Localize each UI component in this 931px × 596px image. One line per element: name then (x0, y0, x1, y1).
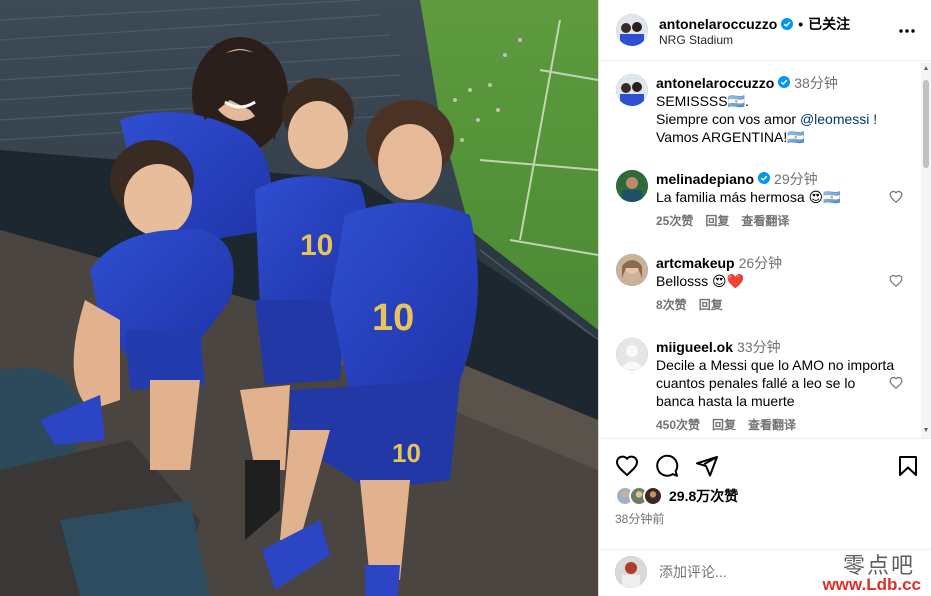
caption-username[interactable]: antonelaroccuzzo (656, 75, 774, 91)
caption-author-avatar[interactable] (616, 74, 648, 106)
comment-username[interactable]: miigueel.ok (656, 339, 733, 355)
comment-avatar-image (616, 254, 648, 286)
comment-username[interactable]: melinadepiano (656, 171, 754, 187)
default-avatar-icon (616, 338, 648, 370)
family-stadium-photo: 10 10 10 (0, 0, 598, 596)
scroll-down-arrow-icon[interactable]: ▼ (922, 426, 930, 436)
author-avatar-image (616, 14, 648, 46)
comment-time[interactable]: 29分钟 (774, 171, 818, 187)
reply-button[interactable]: 回复 (705, 212, 729, 230)
share-icon[interactable] (695, 454, 719, 478)
caption-line-2-prefix: Siempre con vos amor (656, 111, 800, 127)
liker-avatar (643, 486, 663, 506)
comment-text: La familia más hermosa 😍🇦🇷 (656, 189, 841, 205)
caption-line-2-suffix: ! (869, 111, 878, 127)
add-comment-input[interactable] (659, 560, 839, 584)
comment-avatar[interactable] (616, 170, 648, 202)
comment-body: artcmakeup 26分钟 Bellosss 😍❤️ 8次赞 回复 (656, 254, 896, 314)
follow-status-button[interactable]: 已关注 (808, 14, 850, 34)
current-user-avatar (615, 556, 647, 588)
comment-meta: 25次赞 回复 查看翻译 (656, 212, 896, 230)
likes-count[interactable]: 29.8万次赞 (669, 486, 738, 506)
header-username-row: antonelaroccuzzo • 已关注 (659, 14, 850, 34)
comment-icon[interactable] (655, 454, 679, 478)
caption-body: antonelaroccuzzo 38分钟 SEMISSSS🇦🇷. Siempre… (656, 74, 896, 146)
more-options-icon[interactable] (898, 22, 916, 40)
likes-row[interactable]: 29.8万次赞 (615, 486, 738, 506)
post-photo[interactable]: 10 10 10 (0, 0, 598, 596)
caption-line-2: Siempre con vos amor @leomessi ! (656, 110, 896, 128)
heart-icon[interactable] (889, 376, 903, 390)
comment-avatar[interactable] (616, 338, 648, 370)
translate-button[interactable]: 查看翻译 (741, 212, 789, 230)
comment-text: Bellosss 😍❤️ (656, 273, 745, 289)
caption-author-avatar-image (616, 74, 648, 106)
caption-line-3: Vamos ARGENTINA!🇦🇷 (656, 129, 805, 145)
comment-body: melinadepiano 29分钟 La familia más hermosa… (656, 170, 896, 230)
scroll-up-arrow-icon[interactable]: ▲ (922, 64, 930, 74)
comment-text: Decile a Messi que lo AMO no importa cua… (656, 357, 895, 409)
author-avatar[interactable] (616, 14, 648, 46)
comment-likes[interactable]: 8次赞 (656, 296, 687, 314)
svg-text:10: 10 (300, 229, 333, 262)
verified-badge-icon (781, 18, 794, 30)
comments-list[interactable]: antonelaroccuzzo 38分钟 SEMISSSS🇦🇷. Siempre… (599, 62, 931, 438)
comment-meta: 450次赞 回复 查看翻译 (656, 416, 896, 434)
post-side-panel: antonelaroccuzzo • 已关注 NRG Stadium anton… (598, 0, 931, 596)
comment-item: artcmakeup 26分钟 Bellosss 😍❤️ 8次赞 回复 (599, 254, 919, 324)
reply-button[interactable]: 回复 (712, 416, 736, 434)
post-timestamp[interactable]: 38分钟前 (615, 510, 664, 527)
comment-likes[interactable]: 450次赞 (656, 416, 700, 434)
scroll-thumb[interactable] (923, 80, 929, 168)
verified-badge-icon (778, 76, 791, 88)
caption-entry: antonelaroccuzzo 38分钟 SEMISSSS🇦🇷. Siempre… (599, 74, 919, 164)
comment-username[interactable]: artcmakeup (656, 255, 735, 271)
heart-icon[interactable] (615, 454, 639, 478)
separator-dot: • (798, 16, 804, 32)
comment-meta: 8次赞 回复 (656, 296, 896, 314)
watermark-url: www.Ldb.cc (822, 575, 921, 594)
post-location[interactable]: NRG Stadium (659, 33, 733, 47)
comment-item: miigueel.ok 33分钟 Decile a Messi que lo AM… (599, 338, 919, 438)
liker-avatar-image (645, 488, 661, 504)
verified-badge-icon (758, 172, 771, 184)
heart-icon[interactable] (889, 274, 903, 288)
svg-text:10: 10 (392, 438, 421, 468)
comments-scrollbar[interactable]: ▲ ▼ (921, 62, 931, 438)
translate-button[interactable]: 查看翻译 (748, 416, 796, 434)
comment-body: miigueel.ok 33分钟 Decile a Messi que lo AM… (656, 338, 896, 434)
mention-link[interactable]: @leomessi (800, 111, 869, 127)
svg-text:10: 10 (372, 297, 414, 339)
reply-button[interactable]: 回复 (699, 296, 723, 314)
bookmark-icon[interactable] (896, 454, 920, 478)
comment-avatar[interactable] (616, 254, 648, 286)
comment-time[interactable]: 26分钟 (739, 255, 783, 271)
comment-avatar-image (616, 170, 648, 202)
post-header: antonelaroccuzzo • 已关注 NRG Stadium (599, 0, 931, 61)
comment-item: melinadepiano 29分钟 La familia más hermosa… (599, 170, 919, 240)
comment-likes[interactable]: 25次赞 (656, 212, 693, 230)
caption-time[interactable]: 38分钟 (794, 75, 838, 91)
heart-icon[interactable] (889, 190, 903, 204)
author-username[interactable]: antonelaroccuzzo (659, 16, 777, 32)
caption-line-1: SEMISSSS🇦🇷. (656, 93, 749, 109)
comment-time[interactable]: 33分钟 (737, 339, 781, 355)
current-user-avatar-image (615, 556, 647, 588)
